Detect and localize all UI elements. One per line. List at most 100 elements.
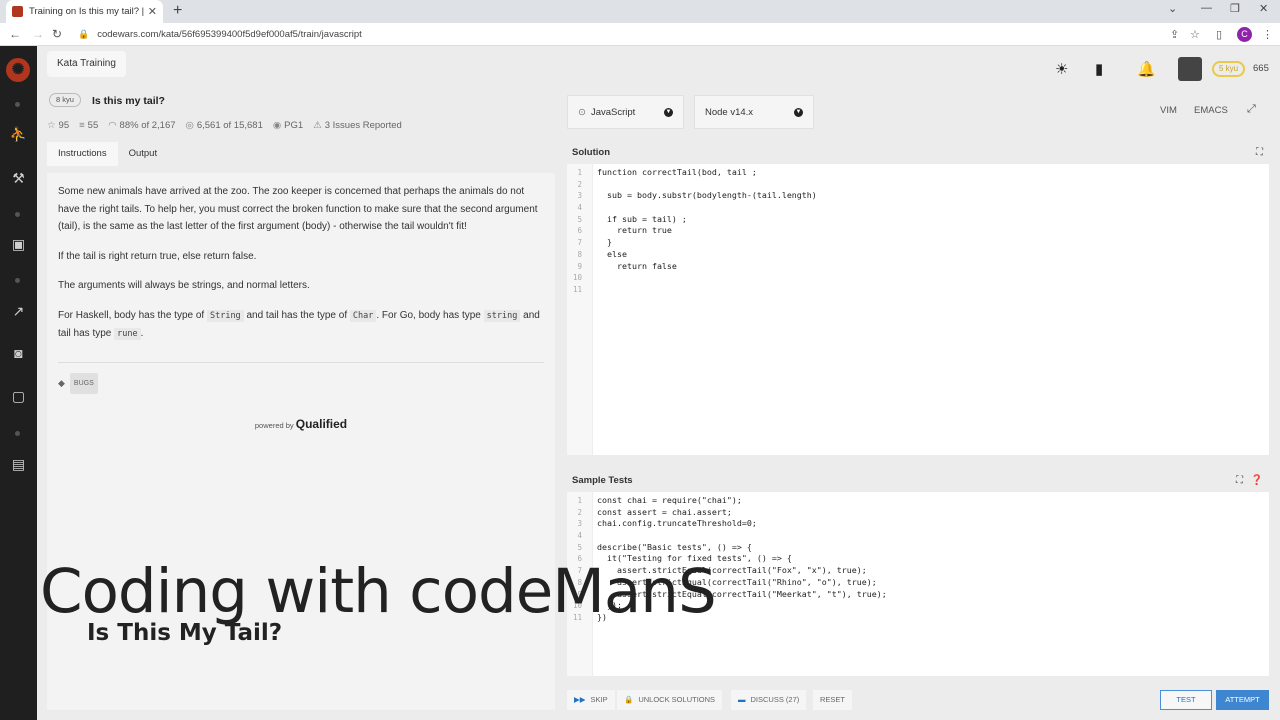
breadcrumb[interactable]: Kata Training xyxy=(47,51,126,77)
tab-title: Training on Is this my tail? | Codewars xyxy=(29,6,144,17)
chat-icon[interactable]: ▢ xyxy=(0,388,37,405)
minimize-icon[interactable]: — xyxy=(1201,2,1212,14)
briefcase-icon[interactable]: ▣ xyxy=(0,236,37,253)
lock-icon: 🔒 xyxy=(78,29,90,39)
bookmark-icon[interactable]: ▮ xyxy=(1095,60,1103,78)
vim-mode-button[interactable]: VIM xyxy=(1160,105,1177,116)
code-line[interactable]: return false xyxy=(597,261,1265,273)
profile-avatar[interactable]: C xyxy=(1237,27,1252,42)
version-select[interactable]: Node v14.x ▼ xyxy=(694,95,814,129)
reset-button[interactable]: RESET xyxy=(813,690,853,710)
lock-icon: 🔒 xyxy=(624,695,634,704)
tags: ◆ BUGS xyxy=(58,372,544,394)
expand-icon[interactable]: ⛶ xyxy=(1236,470,1243,492)
code-line[interactable]: const chai = require("chai"); xyxy=(597,495,1265,507)
language-select[interactable]: ⊙ JavaScript ▼ xyxy=(567,95,684,129)
test-button[interactable]: TEST xyxy=(1160,690,1212,710)
tag-bugs[interactable]: BUGS xyxy=(69,372,98,394)
url-field[interactable]: 🔒 codewars.com/kata/56f695399400f5d9ef00… xyxy=(78,26,1200,43)
tab-output[interactable]: Output xyxy=(118,142,169,166)
divider xyxy=(58,361,544,363)
emacs-mode-button[interactable]: EMACS xyxy=(1194,105,1228,116)
browser-tab[interactable]: Training on Is this my tail? | Codewars … xyxy=(6,0,163,23)
collections-stat[interactable]: ≡ 55 xyxy=(79,120,98,131)
reload-icon[interactable]: ↻ xyxy=(52,27,62,41)
dojo-icon[interactable]: ⚒ xyxy=(0,170,37,187)
line-number: 2 xyxy=(577,179,582,189)
code-line[interactable]: function correctTail(bod, tail ; xyxy=(597,167,1265,179)
user-rank-badge: 5 kyu xyxy=(1212,61,1246,77)
address-bar: ← → ↻ 🔒 codewars.com/kata/56f695399400f5… xyxy=(0,23,1280,46)
code-line[interactable] xyxy=(597,284,1265,296)
url-text: codewars.com/kata/56f695399400f5d9ef000a… xyxy=(97,29,362,40)
back-icon[interactable]: ← xyxy=(9,27,21,41)
chevron-down-icon: ▼ xyxy=(664,107,673,117)
powered-by[interactable]: powered by Qualified xyxy=(58,416,544,435)
discord-icon[interactable]: ◙ xyxy=(0,345,37,361)
expand-icon[interactable]: ⛶ xyxy=(1256,142,1263,164)
share-icon[interactable]: ⇪ xyxy=(1170,28,1179,41)
code-line[interactable]: } xyxy=(597,237,1265,249)
code-line[interactable]: const assert = chai.assert; xyxy=(597,507,1265,519)
forward-icon[interactable]: → xyxy=(32,27,44,41)
practice-icon[interactable]: ⛹ xyxy=(0,126,37,143)
new-tab-icon[interactable]: + xyxy=(173,2,182,20)
stars-stat[interactable]: ☆ 95 xyxy=(47,120,69,131)
code-line[interactable] xyxy=(597,179,1265,191)
description-paragraph: If the tail is right return true, else r… xyxy=(58,250,257,262)
attempt-button[interactable]: ATTEMPT xyxy=(1216,690,1269,710)
solution-header: Solution ⛶ xyxy=(567,142,1269,164)
star-icon: ☆ xyxy=(47,120,56,131)
line-number: 11 xyxy=(572,284,582,294)
solution-code[interactable]: function correctTail(bod, tail ; sub = b… xyxy=(593,164,1269,455)
user-avatar[interactable] xyxy=(1178,57,1202,81)
tab-instructions[interactable]: Instructions xyxy=(47,142,118,166)
sidepanel-icon[interactable]: ▯ xyxy=(1216,28,1222,41)
code-line[interactable]: describe("Basic tests", () => { xyxy=(597,542,1265,554)
solution-editor[interactable]: 1 2 3 4 5 6 7 8 9 10 11 function correctTail(bod, … xyxy=(567,164,1269,455)
leaderboard-trend-icon[interactable]: ↗ xyxy=(0,303,37,320)
code-line[interactable]: else xyxy=(597,249,1265,261)
code-line[interactable]: if sub = tail) ; xyxy=(597,214,1265,226)
tab-search-icon[interactable]: ⌄ xyxy=(1168,2,1177,15)
code-line[interactable] xyxy=(597,530,1265,542)
bookmark-star-icon[interactable]: ☆ xyxy=(1190,28,1200,41)
tab-close-icon[interactable]: ✕ xyxy=(148,5,157,18)
fullscreen-icon[interactable]: ⤢ xyxy=(1247,103,1256,116)
author-link[interactable]: ◉ PG1 xyxy=(273,120,303,131)
line-number: 3 xyxy=(577,519,582,529)
discuss-button[interactable]: ▬ DISCUSS (27) xyxy=(731,690,807,710)
notifications-bell-icon[interactable]: 🔔 xyxy=(1137,60,1156,78)
app-sidebar: ✺ ⛹ ⚒ ▣ ↗ ◙ ▢ ▤ xyxy=(0,46,37,720)
code-line[interactable] xyxy=(597,202,1265,214)
skip-button[interactable]: ▶▶ SKIP xyxy=(567,690,615,710)
overlay-subtitle: Is This My Tail? xyxy=(87,620,283,646)
thumbs-icon: ◠ xyxy=(108,120,117,131)
code-line[interactable]: return true xyxy=(597,225,1265,237)
unlock-solutions-button[interactable]: 🔒 UNLOCK SOLUTIONS xyxy=(617,690,723,710)
warning-icon: ⚠ xyxy=(313,120,322,131)
stack-icon: ≡ xyxy=(79,120,85,131)
skip-icon: ▶▶ xyxy=(574,695,586,704)
honor-score: 665 xyxy=(1253,63,1269,74)
js-icon: ⊙ xyxy=(578,106,586,118)
description-paragraph: Some new animals have arrived at the zoo… xyxy=(58,186,538,232)
issues-link[interactable]: ⚠ 3 Issues Reported xyxy=(313,120,402,131)
codewars-logo-icon[interactable]: ✺ xyxy=(6,58,30,82)
docs-book-icon[interactable]: ▤ xyxy=(0,456,37,473)
code-line[interactable]: sub = body.substr(bodylength-(tail.lengt… xyxy=(597,190,1265,202)
kata-stats: ☆ 95 ≡ 55 ◠ 88% of 2,167 ◎ 6,561 of 15,681 ◉… xyxy=(47,120,412,131)
chat-bubble-icon: ▬ xyxy=(738,695,746,704)
rail-divider-dot xyxy=(15,212,20,217)
author-icon: ◉ xyxy=(272,120,282,131)
code-line[interactable]: chai.config.truncateThreshold=0; xyxy=(597,518,1265,530)
code-line[interactable] xyxy=(597,272,1265,284)
theme-sun-icon[interactable]: ☀ xyxy=(1055,60,1068,78)
help-icon[interactable]: ❓ xyxy=(1251,470,1263,492)
browser-tabbar: Training on Is this my tail? | Codewars … xyxy=(0,0,1280,23)
menu-kebab-icon[interactable]: ⋮ xyxy=(1262,28,1273,41)
description-paragraph: For Haskell, body has the type of String… xyxy=(58,309,540,340)
window-close-icon[interactable]: ✕ xyxy=(1259,2,1268,15)
codewars-favicon-icon xyxy=(12,6,23,17)
maximize-icon[interactable]: ❐ xyxy=(1230,2,1240,15)
